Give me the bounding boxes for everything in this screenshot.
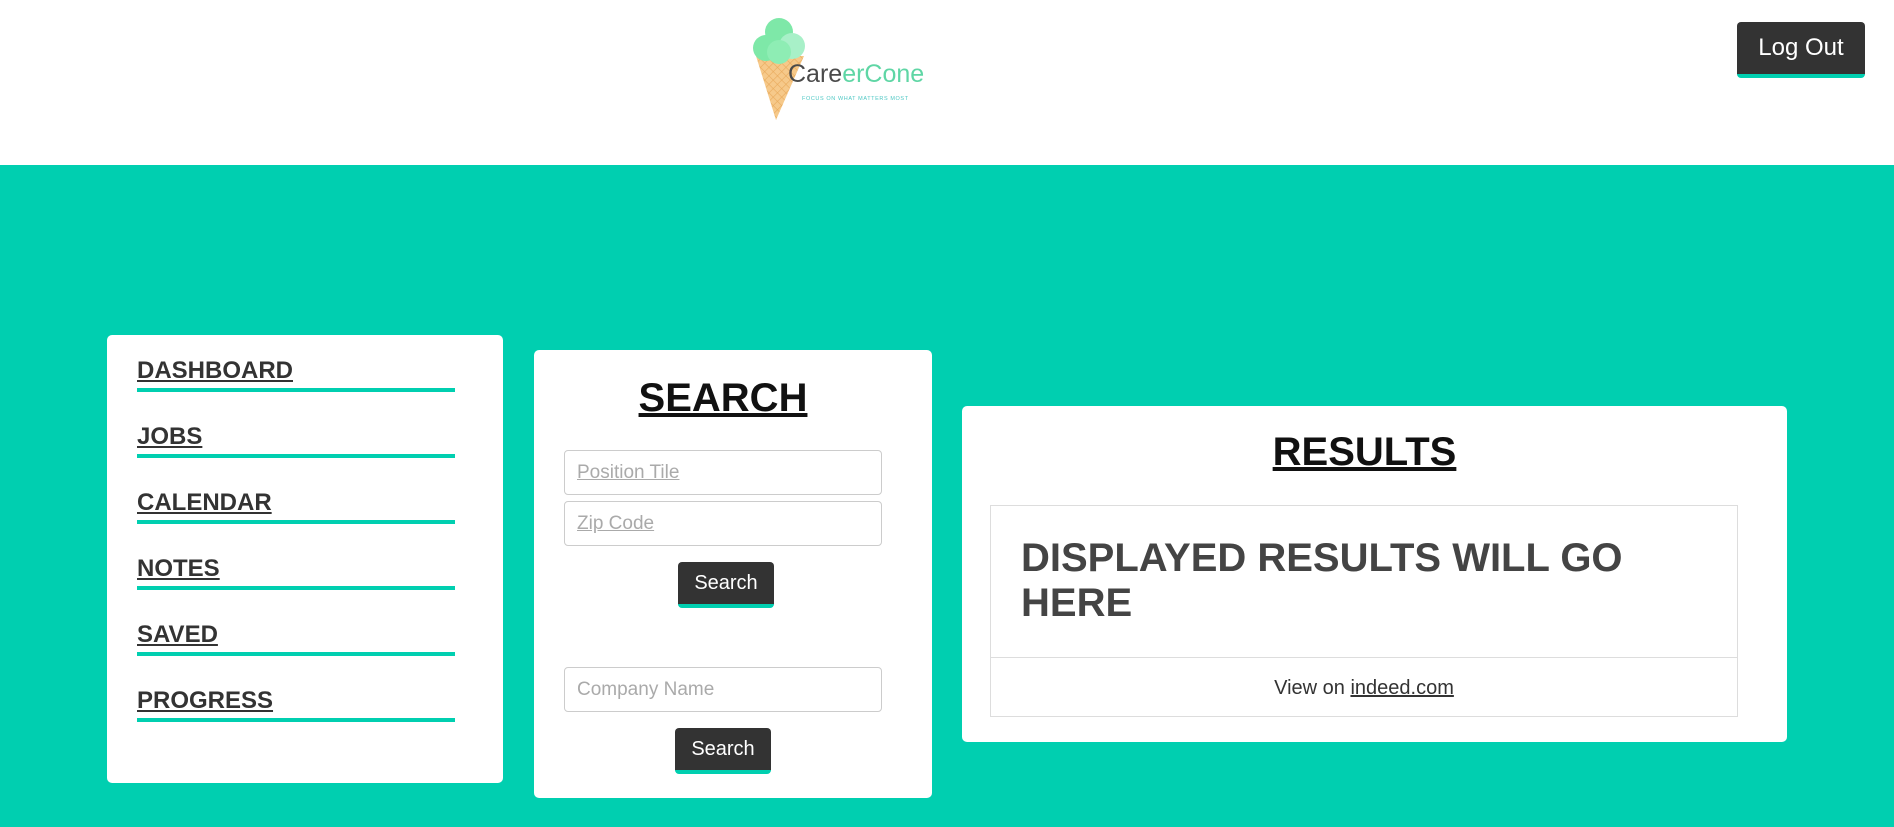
nav-panel: DASHBOARD JOBS CALENDAR NOTES SAVED PROG… — [107, 335, 503, 783]
search-button[interactable]: Search — [678, 562, 774, 608]
company-name-input[interactable] — [564, 667, 882, 712]
result-card-footer: View on indeed.com — [991, 658, 1737, 716]
indeed-link[interactable]: indeed.com — [1350, 677, 1453, 699]
logo-wordmark: CareerCone — [788, 60, 925, 88]
header: CareerCone FOCUS ON WHAT MATTERS MOST Lo… — [0, 0, 1894, 165]
nav-link-saved[interactable]: SAVED — [137, 621, 218, 649]
result-card-text: DISPLAYED RESULTS WILL GO HERE — [1021, 536, 1623, 625]
nav-item-saved[interactable]: SAVED — [137, 621, 455, 656]
nav-link-dashboard[interactable]: DASHBOARD — [137, 357, 293, 385]
result-card-body: DISPLAYED RESULTS WILL GO HERE — [991, 506, 1737, 658]
results-title: RESULTS — [1272, 430, 1457, 474]
nav-item-notes[interactable]: NOTES — [137, 555, 455, 590]
search-panel: SEARCH Search Search — [534, 350, 932, 798]
logo-tagline: FOCUS ON WHAT MATTERS MOST — [802, 96, 909, 102]
nav-link-notes[interactable]: NOTES — [137, 555, 220, 583]
logout-button[interactable]: Log Out — [1737, 22, 1865, 78]
nav-link-jobs[interactable]: JOBS — [137, 423, 202, 451]
nav-item-calendar[interactable]: CALENDAR — [137, 489, 455, 524]
view-on-label: View on — [1274, 677, 1351, 699]
results-panel: RESULTS DISPLAYED RESULTS WILL GO HERE V… — [962, 406, 1787, 742]
result-card: DISPLAYED RESULTS WILL GO HERE View on i… — [990, 505, 1738, 717]
nav-item-dashboard[interactable]: DASHBOARD — [137, 357, 455, 392]
nav-item-jobs[interactable]: JOBS — [137, 423, 455, 458]
company-search-button[interactable]: Search — [675, 728, 771, 774]
nav-item-progress[interactable]: PROGRESS — [137, 687, 455, 722]
position-title-input[interactable] — [564, 450, 882, 495]
careercone-logo[interactable]: CareerCone FOCUS ON WHAT MATTERS MOST — [752, 16, 952, 126]
search-title: SEARCH — [638, 376, 808, 420]
nav-link-progress[interactable]: PROGRESS — [137, 687, 273, 715]
nav-link-calendar[interactable]: CALENDAR — [137, 489, 272, 517]
zip-code-input[interactable] — [564, 501, 882, 546]
